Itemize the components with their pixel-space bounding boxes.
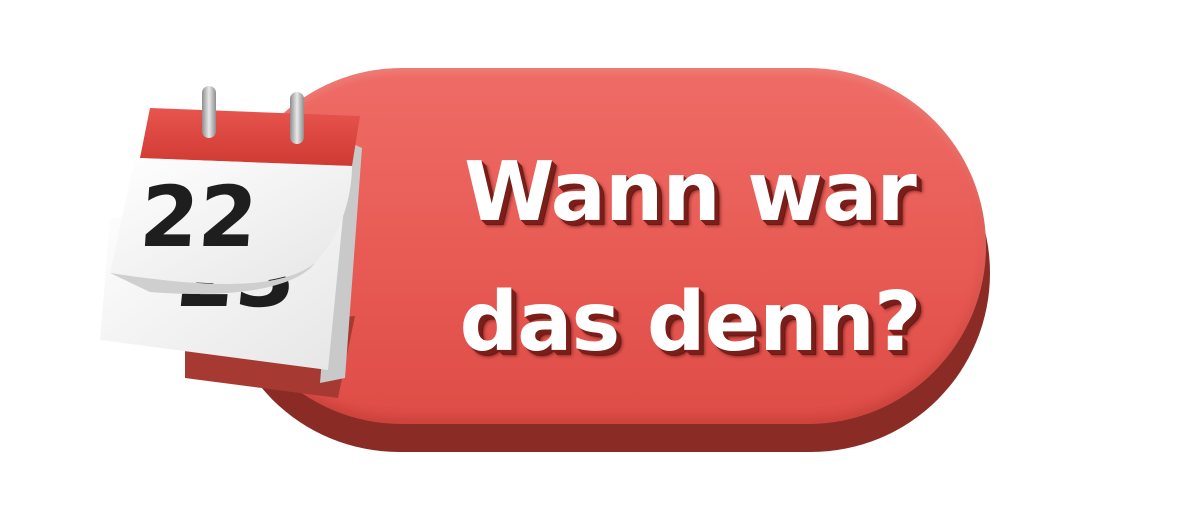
calendar-header [140,108,360,166]
calendar-ring-left [202,86,216,138]
title-line-2: das denn? [459,275,921,370]
title-line-1: Wann war [464,145,917,240]
calendar-front-day: 22 [137,168,261,266]
calendar-icon: 23 22 [100,86,362,398]
badge-title: Wann war das denn? [410,128,970,388]
calendar-ring-right [290,92,304,144]
